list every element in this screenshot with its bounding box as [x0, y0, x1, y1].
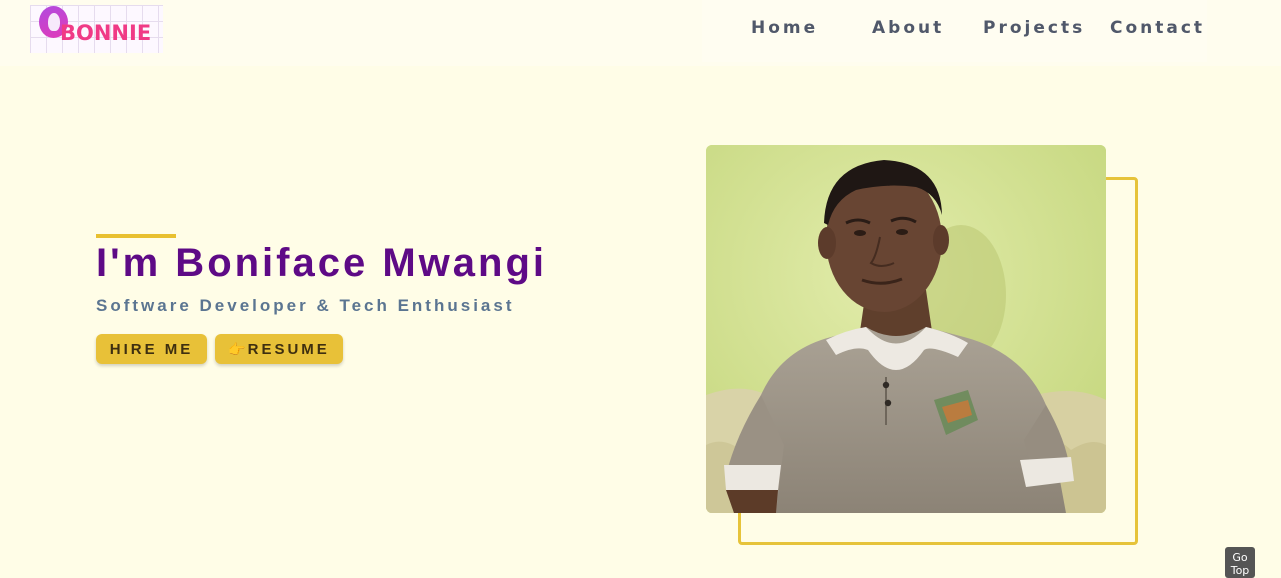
nav-link-projects[interactable]: Projects: [983, 18, 1085, 38]
hire-me-label: HIRE ME: [109, 340, 194, 358]
go-top-button[interactable]: Go Top: [1225, 547, 1255, 578]
site-logo[interactable]: BONNIE: [30, 5, 163, 53]
nav-link-home[interactable]: Home: [751, 18, 818, 38]
nav-link-contact[interactable]: Contact: [1110, 18, 1205, 38]
hero-subtitle: Software Developer & Tech Enthusiast: [96, 296, 515, 315]
hero-accent-line: [96, 234, 176, 238]
profile-photo-illustration: [706, 145, 1106, 513]
main-nav: Home About Projects Contact: [702, 0, 1207, 62]
profile-photo: [706, 145, 1106, 513]
site-header: BONNIE Home About Projects Contact: [0, 0, 1281, 66]
logo-text: BONNIE: [60, 21, 152, 45]
hire-me-button[interactable]: HIRE ME: [96, 334, 207, 364]
nav-link-about[interactable]: About: [872, 18, 944, 38]
hero-title: I'm Boniface Mwangi: [96, 241, 548, 285]
resume-label: RESUME: [247, 340, 330, 358]
pointing-hand-icon: 👉: [228, 340, 246, 357]
resume-button[interactable]: 👉 RESUME: [215, 334, 343, 364]
